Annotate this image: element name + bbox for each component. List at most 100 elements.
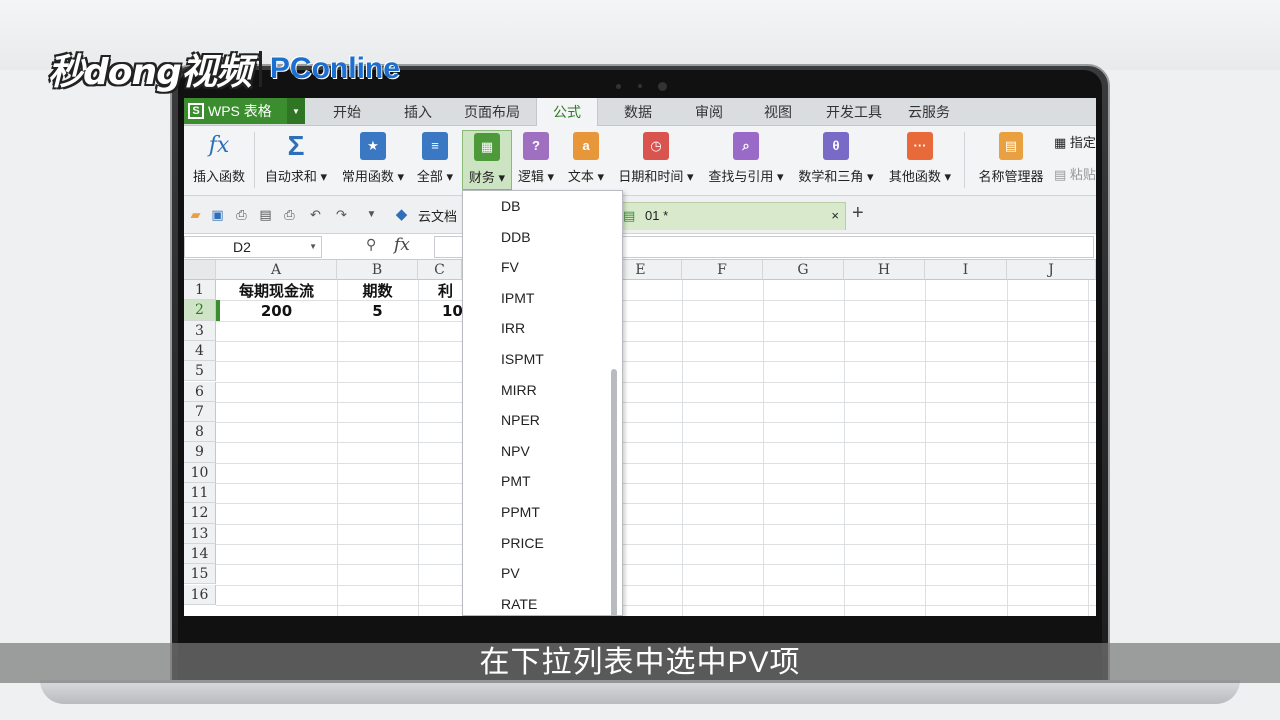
column-header[interactable]: F	[682, 260, 763, 280]
finance-book-icon: ▦	[474, 133, 500, 161]
dropdown-item-pmt[interactable]: PMT	[501, 471, 531, 491]
export-pdf-icon[interactable]: ▤	[258, 207, 273, 222]
tab-formulas[interactable]: 公式	[536, 98, 598, 126]
row-header[interactable]: 3	[184, 320, 216, 341]
open-folder-icon[interactable]: ▰	[188, 207, 203, 222]
save-icon[interactable]: ▣	[210, 207, 225, 222]
more-book-icon: ···	[907, 132, 933, 160]
column-header[interactable]: H	[844, 260, 925, 280]
dropdown-item-nper[interactable]: NPER	[501, 410, 540, 430]
datetime-functions-button[interactable]: ◷ 日期和时间 ▾	[614, 130, 698, 190]
lookup-functions-button[interactable]: ⌕ 查找与引用 ▾	[704, 130, 788, 190]
dropdown-item-ddb[interactable]: DDB	[501, 227, 531, 247]
undo-icon[interactable]: ↶	[308, 207, 323, 222]
dropdown-item-ppmt[interactable]: PPMT	[501, 502, 540, 522]
name-box[interactable]: D2 ▼	[184, 236, 322, 258]
dropdown-item-price[interactable]: PRICE	[501, 533, 544, 553]
row-header[interactable]: 15	[184, 564, 216, 585]
chevron-down-icon[interactable]: ▼	[364, 207, 379, 222]
tab-start[interactable]: 开始	[319, 98, 375, 126]
document-tab-label: 01 *	[645, 208, 669, 223]
app-name: WPS 表格	[208, 103, 272, 119]
dropdown-item-rate[interactable]: RATE	[501, 594, 537, 614]
name-manager-button[interactable]: ▤ 名称管理器	[974, 130, 1048, 190]
zoom-icon[interactable]: ⚲	[366, 236, 376, 253]
finance-functions-button[interactable]: ▦ 财务 ▾	[462, 130, 512, 190]
print-icon[interactable]: ⎙	[282, 207, 297, 222]
chevron-down-icon[interactable]: ▼	[309, 237, 317, 257]
text-functions-button[interactable]: a 文本 ▾	[564, 130, 608, 190]
tab-review[interactable]: 审阅	[681, 98, 737, 126]
dropdown-item-db[interactable]: DB	[501, 196, 520, 216]
tab-page-layout[interactable]: 页面布局	[456, 98, 528, 126]
column-header[interactable]: B	[337, 260, 418, 280]
row-header[interactable]: 6	[184, 381, 216, 402]
insert-function-button[interactable]: fx 插入函数	[188, 130, 250, 190]
autosum-button[interactable]: Σ 自动求和 ▾	[260, 130, 332, 190]
insert-function-label: 插入函数	[192, 169, 245, 184]
logical-functions-label: 逻辑 ▾	[517, 169, 555, 184]
datetime-functions-label: 日期和时间 ▾	[618, 169, 694, 184]
fx-icon: fx	[208, 133, 230, 158]
paste-icon: ▤	[1054, 167, 1067, 182]
cell-b2[interactable]: 5	[337, 301, 418, 321]
cloud-docs-label[interactable]: 云文档	[418, 206, 457, 225]
dropdown-item-ispmt[interactable]: ISPMT	[501, 349, 544, 369]
column-header[interactable]: G	[763, 260, 844, 280]
dropdown-item-mirr[interactable]: MIRR	[501, 380, 537, 400]
row-header[interactable]: 1	[184, 280, 216, 301]
column-header[interactable]: A	[216, 260, 337, 280]
name-manager-label: 名称管理器	[978, 169, 1044, 184]
column-header[interactable]: J	[1007, 260, 1096, 280]
row-header[interactable]: 16	[184, 584, 216, 605]
row-header[interactable]: 13	[184, 523, 216, 544]
cell-b1[interactable]: 期数	[337, 281, 418, 301]
add-tab-button[interactable]: +	[852, 202, 864, 225]
tab-insert[interactable]: 插入	[390, 98, 446, 126]
paste-name-button[interactable]: ▤ 粘贴	[1054, 164, 1096, 183]
column-header[interactable]: I	[925, 260, 1007, 280]
dropdown-scrollbar[interactable]	[611, 369, 617, 616]
other-functions-button[interactable]: ··· 其他函数 ▾	[884, 130, 956, 190]
list-book-icon: ≡	[422, 132, 448, 160]
dropdown-item-npv[interactable]: NPV	[501, 441, 530, 461]
dropdown-item-ipmt[interactable]: IPMT	[501, 288, 534, 308]
row-header[interactable]: 4	[184, 340, 216, 362]
logical-functions-button[interactable]: ? 逻辑 ▾	[514, 130, 558, 190]
tab-cloud[interactable]: 云服务	[898, 98, 960, 126]
common-functions-button[interactable]: ★ 常用函数 ▾	[338, 130, 408, 190]
row-header[interactable]: 9	[184, 442, 216, 463]
cell-a2[interactable]: 200	[216, 301, 337, 321]
row-header[interactable]: 11	[184, 483, 216, 504]
print-preview-icon[interactable]: ⎙	[234, 207, 249, 222]
dropdown-item-pv[interactable]: PV	[501, 563, 520, 583]
fx-icon[interactable]: fx	[394, 235, 410, 255]
dropdown-item-irr[interactable]: IRR	[501, 318, 525, 338]
tab-view[interactable]: 视图	[750, 98, 806, 126]
wps-app-button[interactable]: S WPS 表格 ▼	[184, 98, 305, 124]
row-header[interactable]: 12	[184, 503, 216, 524]
watermark-logo: 秒dong视频 PConline	[48, 46, 400, 93]
tab-data[interactable]: 数据	[610, 98, 666, 126]
select-all-corner[interactable]	[184, 260, 216, 280]
gridline	[216, 442, 1096, 444]
close-icon[interactable]: ×	[831, 203, 839, 229]
math-functions-button[interactable]: θ 数学和三角 ▾	[794, 130, 878, 190]
all-functions-button[interactable]: ≡ 全部 ▾	[412, 130, 458, 190]
define-name-button[interactable]: ▦ 指定	[1054, 132, 1096, 151]
row-header[interactable]: 10	[184, 462, 216, 483]
dropdown-item-fv[interactable]: FV	[501, 257, 519, 277]
tab-developer[interactable]: 开发工具	[816, 98, 892, 126]
row-header[interactable]: 7	[184, 401, 216, 423]
redo-icon[interactable]: ↷	[334, 207, 349, 222]
gridline	[216, 401, 1096, 403]
row-header[interactable]: 8	[184, 422, 216, 443]
column-header[interactable]: C	[418, 260, 462, 280]
autosum-label: 自动求和 ▾	[264, 169, 328, 184]
row-header[interactable]: 2	[184, 300, 216, 321]
chevron-down-icon[interactable]: ▼	[287, 98, 305, 124]
row-header[interactable]: 5	[184, 361, 216, 382]
row-header[interactable]: 14	[184, 543, 216, 565]
cell-a1[interactable]: 每期现金流	[216, 281, 337, 301]
document-tab[interactable]: ▤ 01 * ×	[614, 202, 846, 230]
